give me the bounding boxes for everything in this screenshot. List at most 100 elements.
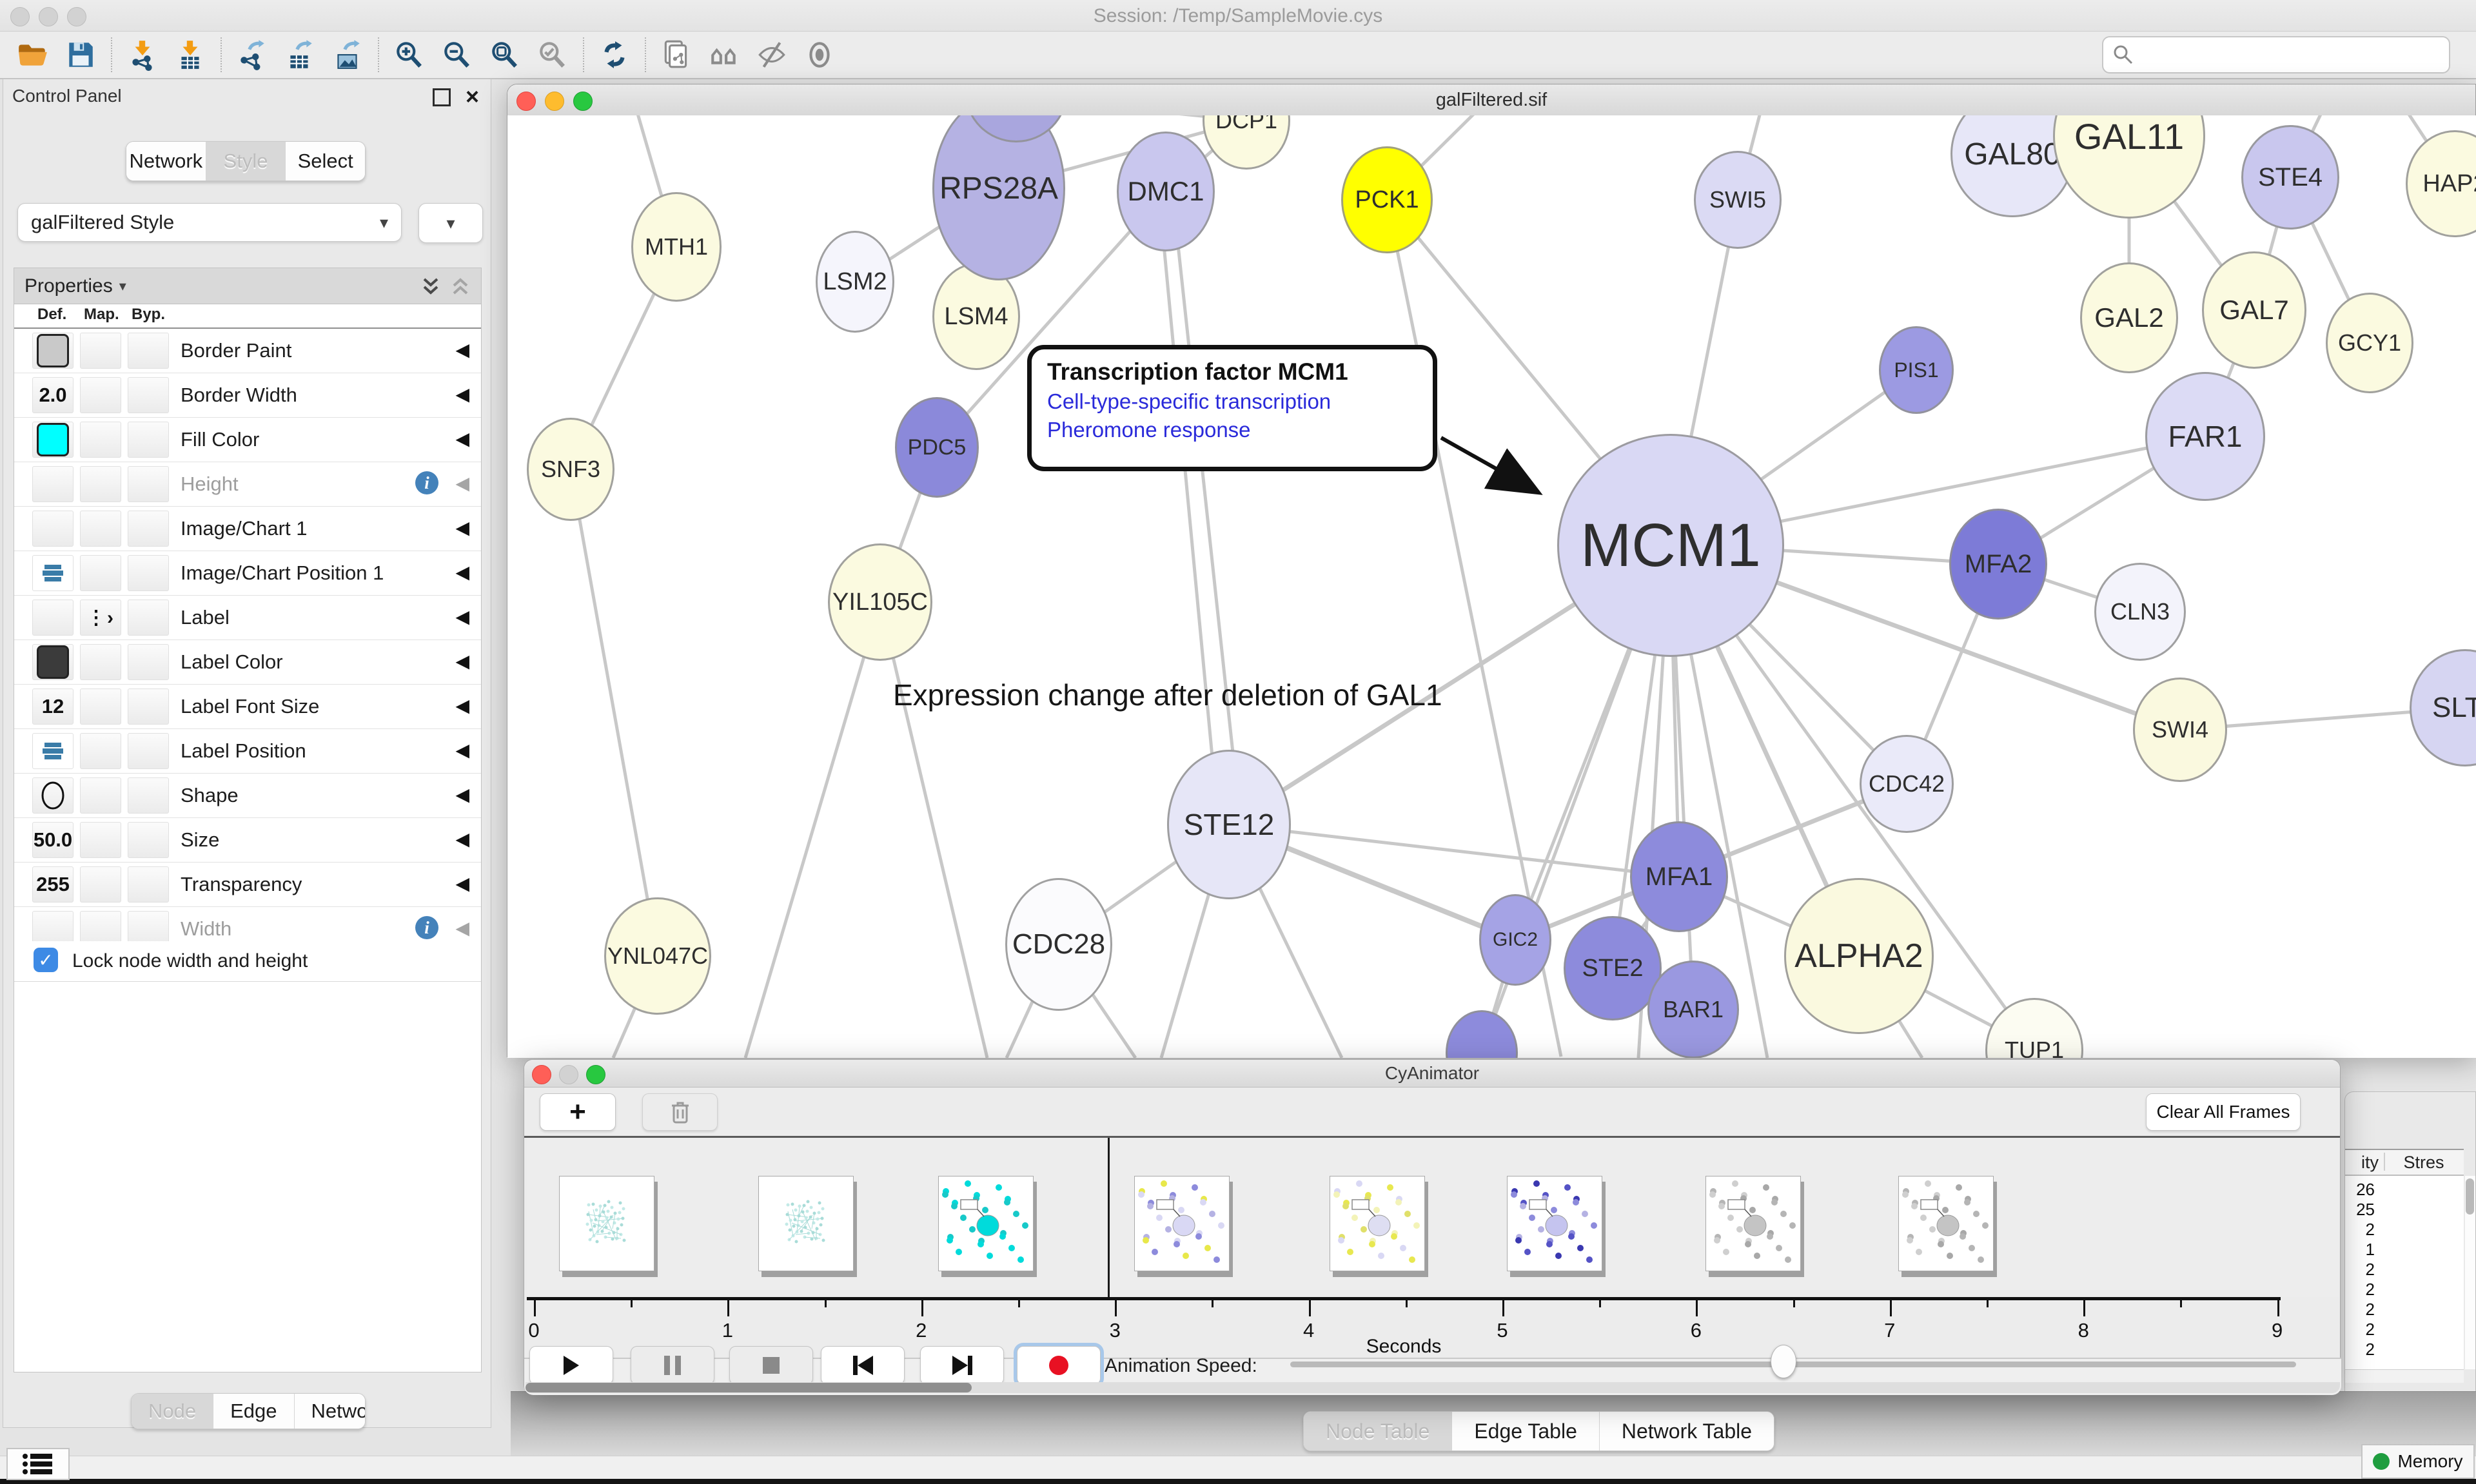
timeline[interactable] xyxy=(527,1138,2339,1297)
show-all-icon[interactable] xyxy=(796,35,843,75)
property-row[interactable]: Label Color◀ xyxy=(14,640,481,685)
network-node-swi5[interactable]: SWI5 xyxy=(1694,151,1782,249)
network-node-pdc5[interactable]: PDC5 xyxy=(895,397,979,498)
property-row[interactable]: 12Label Font Size◀ xyxy=(14,685,481,729)
network-node-gal2[interactable]: GAL2 xyxy=(2080,262,2178,373)
collapse-all-icon[interactable] xyxy=(449,275,472,298)
network-node-cdc42[interactable]: CDC42 xyxy=(1860,735,1954,833)
expand-property-icon[interactable]: ◀ xyxy=(455,784,469,805)
timeline-frame-5[interactable] xyxy=(1507,1176,1602,1271)
property-row[interactable]: 50.0Size◀ xyxy=(14,818,481,863)
expand-property-icon[interactable]: ◀ xyxy=(455,428,469,449)
property-row[interactable]: Fill Color◀ xyxy=(14,418,481,462)
annotation-link[interactable]: Cell-type-specific transcription xyxy=(1047,389,1433,414)
network-node-ynl047c[interactable]: YNL047C xyxy=(604,897,711,1015)
tab-network-style[interactable]: Network xyxy=(295,1394,366,1429)
expand-property-icon[interactable]: ◀ xyxy=(455,917,469,939)
network-node-ste4[interactable]: STE4 xyxy=(2241,125,2339,229)
zoom-out-icon[interactable] xyxy=(433,35,481,75)
expand-property-icon[interactable]: ◀ xyxy=(455,561,469,583)
export-network-icon[interactable] xyxy=(228,35,276,75)
tab-style[interactable]: Style xyxy=(206,142,286,181)
go-to-start-button[interactable] xyxy=(821,1346,905,1385)
expand-property-icon[interactable]: ◀ xyxy=(455,873,469,894)
open-session-icon[interactable] xyxy=(9,35,57,75)
property-row[interactable]: Heighti◀ xyxy=(14,462,481,507)
column-header-stress[interactable]: Stres xyxy=(2386,1153,2461,1173)
slider-thumb[interactable] xyxy=(1771,1345,1796,1378)
import-network-icon[interactable] xyxy=(119,35,166,75)
stop-button[interactable] xyxy=(729,1346,813,1385)
expand-property-icon[interactable]: ◀ xyxy=(455,695,469,716)
network-window-titlebar[interactable]: galFiltered.sif xyxy=(507,84,2475,116)
expand-property-icon[interactable]: ◀ xyxy=(455,384,469,405)
play-button[interactable] xyxy=(529,1346,613,1385)
import-table-icon[interactable] xyxy=(166,35,214,75)
scrollbar-thumb[interactable] xyxy=(526,1383,972,1392)
network-node-cln3[interactable]: CLN3 xyxy=(2094,563,2186,661)
zoom-in-icon[interactable] xyxy=(386,35,433,75)
network-node-gcy1[interactable]: GCY1 xyxy=(2326,293,2413,393)
tab-node[interactable]: Node xyxy=(132,1394,213,1429)
info-icon[interactable]: i xyxy=(415,916,438,939)
expand-property-icon[interactable]: ◀ xyxy=(455,828,469,850)
expand-property-icon[interactable]: ◀ xyxy=(455,517,469,538)
expand-property-icon[interactable]: ◀ xyxy=(455,473,469,494)
network-node-gic2[interactable]: GIC2 xyxy=(1479,894,1551,986)
network-node-mcm1[interactable]: MCM1 xyxy=(1557,434,1784,657)
network-node-gal7[interactable]: GAL7 xyxy=(2202,251,2306,369)
timeline-frame-0[interactable] xyxy=(559,1176,654,1271)
property-row[interactable]: Shape◀ xyxy=(14,774,481,818)
lock-size-checkbox[interactable]: ✓ xyxy=(34,948,58,972)
annotation-link[interactable]: Pheromone response xyxy=(1047,418,1433,442)
network-node-dcp1[interactable]: DCP1 xyxy=(1203,115,1290,170)
clear-all-frames-button[interactable]: Clear All Frames xyxy=(2146,1093,2301,1131)
property-row[interactable]: Image/Chart Position 1◀ xyxy=(14,551,481,596)
timeline-frame-3[interactable] xyxy=(1134,1176,1230,1271)
network-from-selection-icon[interactable] xyxy=(653,35,700,75)
delete-frame-button[interactable] xyxy=(642,1093,718,1131)
pause-button[interactable] xyxy=(631,1346,714,1385)
float-panel-icon[interactable] xyxy=(433,88,451,106)
zoom-selected-icon[interactable] xyxy=(529,35,576,75)
network-node-swi4[interactable]: SWI4 xyxy=(2133,678,2227,782)
property-row[interactable]: 255Transparency◀ xyxy=(14,863,481,907)
add-frame-button[interactable]: + xyxy=(540,1093,616,1131)
style-selector-dropdown[interactable]: galFiltered Style ▾ xyxy=(17,203,402,242)
network-node-snf3[interactable]: SNF3 xyxy=(527,418,614,521)
search-input[interactable] xyxy=(2102,36,2450,73)
network-node-gal11[interactable]: GAL11 xyxy=(2053,115,2205,219)
style-options-button[interactable]: ▾ xyxy=(418,203,483,243)
tab-edge[interactable]: Edge xyxy=(213,1394,294,1429)
network-node-alpha2[interactable]: ALPHA2 xyxy=(1784,878,1934,1034)
network-node-slt2[interactable]: SLT2 xyxy=(2410,649,2476,766)
tab-network-table[interactable]: Network Table xyxy=(1600,1412,1774,1450)
network-node-hap2[interactable]: HAP2 xyxy=(2406,130,2476,237)
network-node-pck1[interactable]: PCK1 xyxy=(1341,146,1433,253)
show-panels-button[interactable] xyxy=(6,1448,70,1480)
expand-property-icon[interactable]: ◀ xyxy=(455,606,469,627)
go-to-end-button[interactable] xyxy=(920,1346,1004,1385)
record-button[interactable] xyxy=(1017,1346,1101,1385)
export-image-icon[interactable] xyxy=(324,35,371,75)
cyanimator-titlebar[interactable]: CyAnimator xyxy=(524,1060,2340,1088)
network-node-cdc28[interactable]: CDC28 xyxy=(1005,878,1112,1011)
network-node[interactable] xyxy=(1446,1010,1518,1058)
network-node-yil105c[interactable]: YIL105C xyxy=(828,543,932,661)
property-row[interactable]: Border Paint◀ xyxy=(14,329,481,373)
tab-edge-table[interactable]: Edge Table xyxy=(1452,1412,1600,1450)
property-row[interactable]: ⋮›Label◀ xyxy=(14,596,481,640)
info-icon[interactable]: i xyxy=(415,471,438,494)
hide-selected-icon[interactable] xyxy=(748,35,796,75)
network-node-mth1[interactable]: MTH1 xyxy=(631,192,722,302)
network-node-far1[interactable]: FAR1 xyxy=(2145,372,2265,501)
table-scrollbar[interactable] xyxy=(2465,1176,2475,1369)
expand-property-icon[interactable]: ◀ xyxy=(455,650,469,672)
network-node-ste12[interactable]: STE12 xyxy=(1167,750,1291,899)
expand-property-icon[interactable]: ◀ xyxy=(455,339,469,360)
tab-select[interactable]: Select xyxy=(286,142,365,181)
network-node-rps28a[interactable]: RPS28A xyxy=(932,115,1065,280)
timeline-playhead[interactable] xyxy=(1108,1138,1110,1299)
tab-network[interactable]: Network xyxy=(126,142,206,181)
network-node-tup1[interactable]: TUP1 xyxy=(1985,998,2083,1058)
